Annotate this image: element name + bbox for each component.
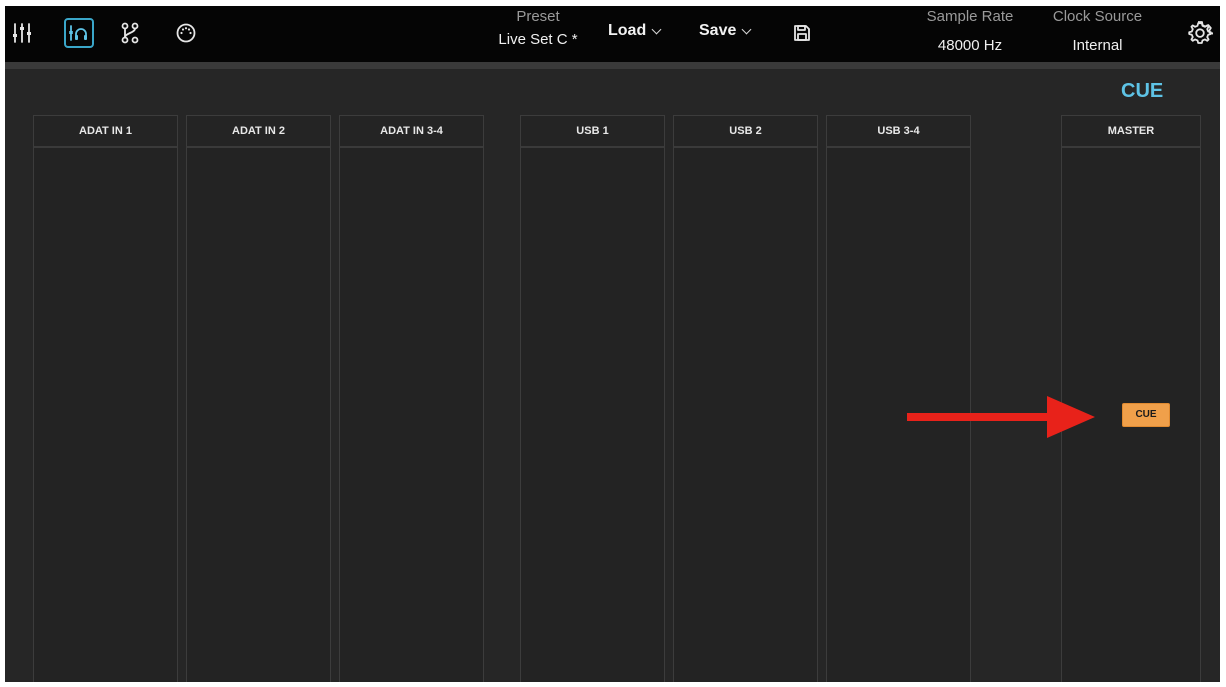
mixer-sliders-icon[interactable] bbox=[7, 18, 37, 48]
chevron-down-icon bbox=[741, 24, 752, 34]
preset-value[interactable]: Live Set C * bbox=[478, 31, 598, 48]
master-cue-button[interactable]: CUE bbox=[1122, 403, 1170, 427]
midi-port-icon[interactable] bbox=[171, 18, 201, 48]
channel-strip: USB 2 bbox=[673, 115, 818, 682]
app-window: Preset Live Set C * Load Save Sample Rat… bbox=[5, 6, 1220, 682]
sample-rate-label: Sample Rate bbox=[926, 8, 1014, 25]
chevron-down-icon bbox=[651, 24, 662, 34]
clock-source-value[interactable]: Internal bbox=[1040, 37, 1155, 54]
routing-icon[interactable] bbox=[115, 18, 145, 48]
sample-rate-value[interactable]: 48000 Hz bbox=[910, 37, 1030, 54]
load-menu-button[interactable]: Load bbox=[608, 22, 662, 40]
preset-label: Preset bbox=[516, 8, 560, 25]
channel-name: ADAT IN 2 bbox=[187, 116, 330, 148]
channel-name: USB 3-4 bbox=[827, 116, 970, 148]
channel-strip: ADAT IN 1 bbox=[33, 115, 178, 682]
channel-strip: ADAT IN 3-4 bbox=[339, 115, 484, 682]
channel-name: USB 1 bbox=[521, 116, 664, 148]
channel-strip: ADAT IN 2 bbox=[186, 115, 331, 682]
channel-strip: USB 1 bbox=[520, 115, 665, 682]
channel-name: ADAT IN 3-4 bbox=[340, 116, 483, 148]
toolbar-divider bbox=[5, 62, 1220, 69]
save-menu-button[interactable]: Save bbox=[699, 22, 752, 40]
save-label: Save bbox=[699, 22, 737, 39]
load-label: Load bbox=[608, 22, 647, 39]
master-name: MASTER bbox=[1062, 116, 1200, 148]
cue-headphones-icon[interactable] bbox=[64, 18, 94, 48]
top-toolbar: Preset Live Set C * Load Save Sample Rat… bbox=[5, 6, 1220, 62]
red-arrow-icon bbox=[907, 396, 1095, 438]
channel-name: ADAT IN 1 bbox=[34, 116, 177, 148]
gear-icon[interactable] bbox=[1185, 18, 1215, 48]
section-title: CUE bbox=[1121, 80, 1164, 102]
floppy-disk-icon[interactable] bbox=[787, 18, 817, 48]
clock-source-label: Clock Source bbox=[1052, 8, 1143, 25]
channel-name: USB 2 bbox=[674, 116, 817, 148]
